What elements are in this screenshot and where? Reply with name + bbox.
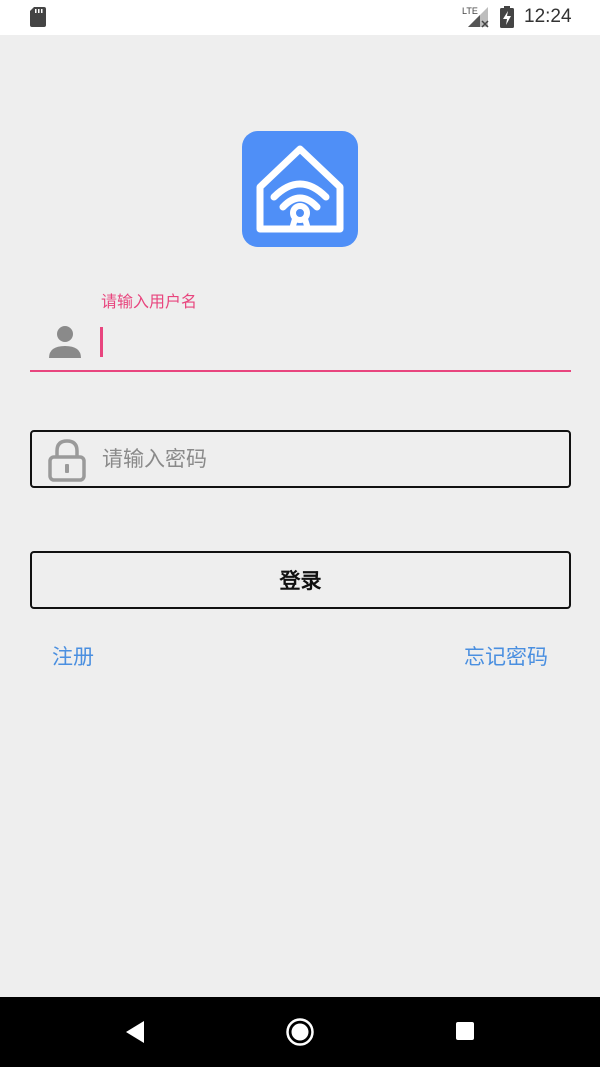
recent-apps-icon[interactable] [455, 1021, 475, 1041]
navigation-bar [0, 997, 600, 1067]
username-underline [30, 370, 571, 372]
username-input[interactable] [100, 322, 560, 362]
home-icon[interactable] [285, 1017, 315, 1047]
battery-charging-icon [500, 6, 514, 28]
lock-icon [48, 439, 86, 482]
user-icon [49, 326, 81, 358]
password-field[interactable] [30, 430, 571, 488]
username-label: 请输入用户名 [101, 292, 198, 311]
password-input[interactable] [102, 438, 552, 480]
forgot-password-link[interactable]: 忘记密码 [464, 641, 548, 671]
login-button[interactable]: 登录 [30, 551, 571, 609]
status-bar: LTE 12:24 [0, 0, 600, 35]
network-type: LTE [462, 6, 478, 16]
sd-card-icon [30, 7, 46, 27]
app-logo [242, 131, 358, 247]
text-caret [100, 327, 103, 357]
register-link[interactable]: 注册 [52, 641, 94, 671]
clock: 12:24 [524, 6, 572, 27]
back-icon[interactable] [122, 1019, 146, 1045]
signal-icon: LTE [462, 6, 489, 28]
smart-home-wifi-icon [256, 145, 344, 233]
